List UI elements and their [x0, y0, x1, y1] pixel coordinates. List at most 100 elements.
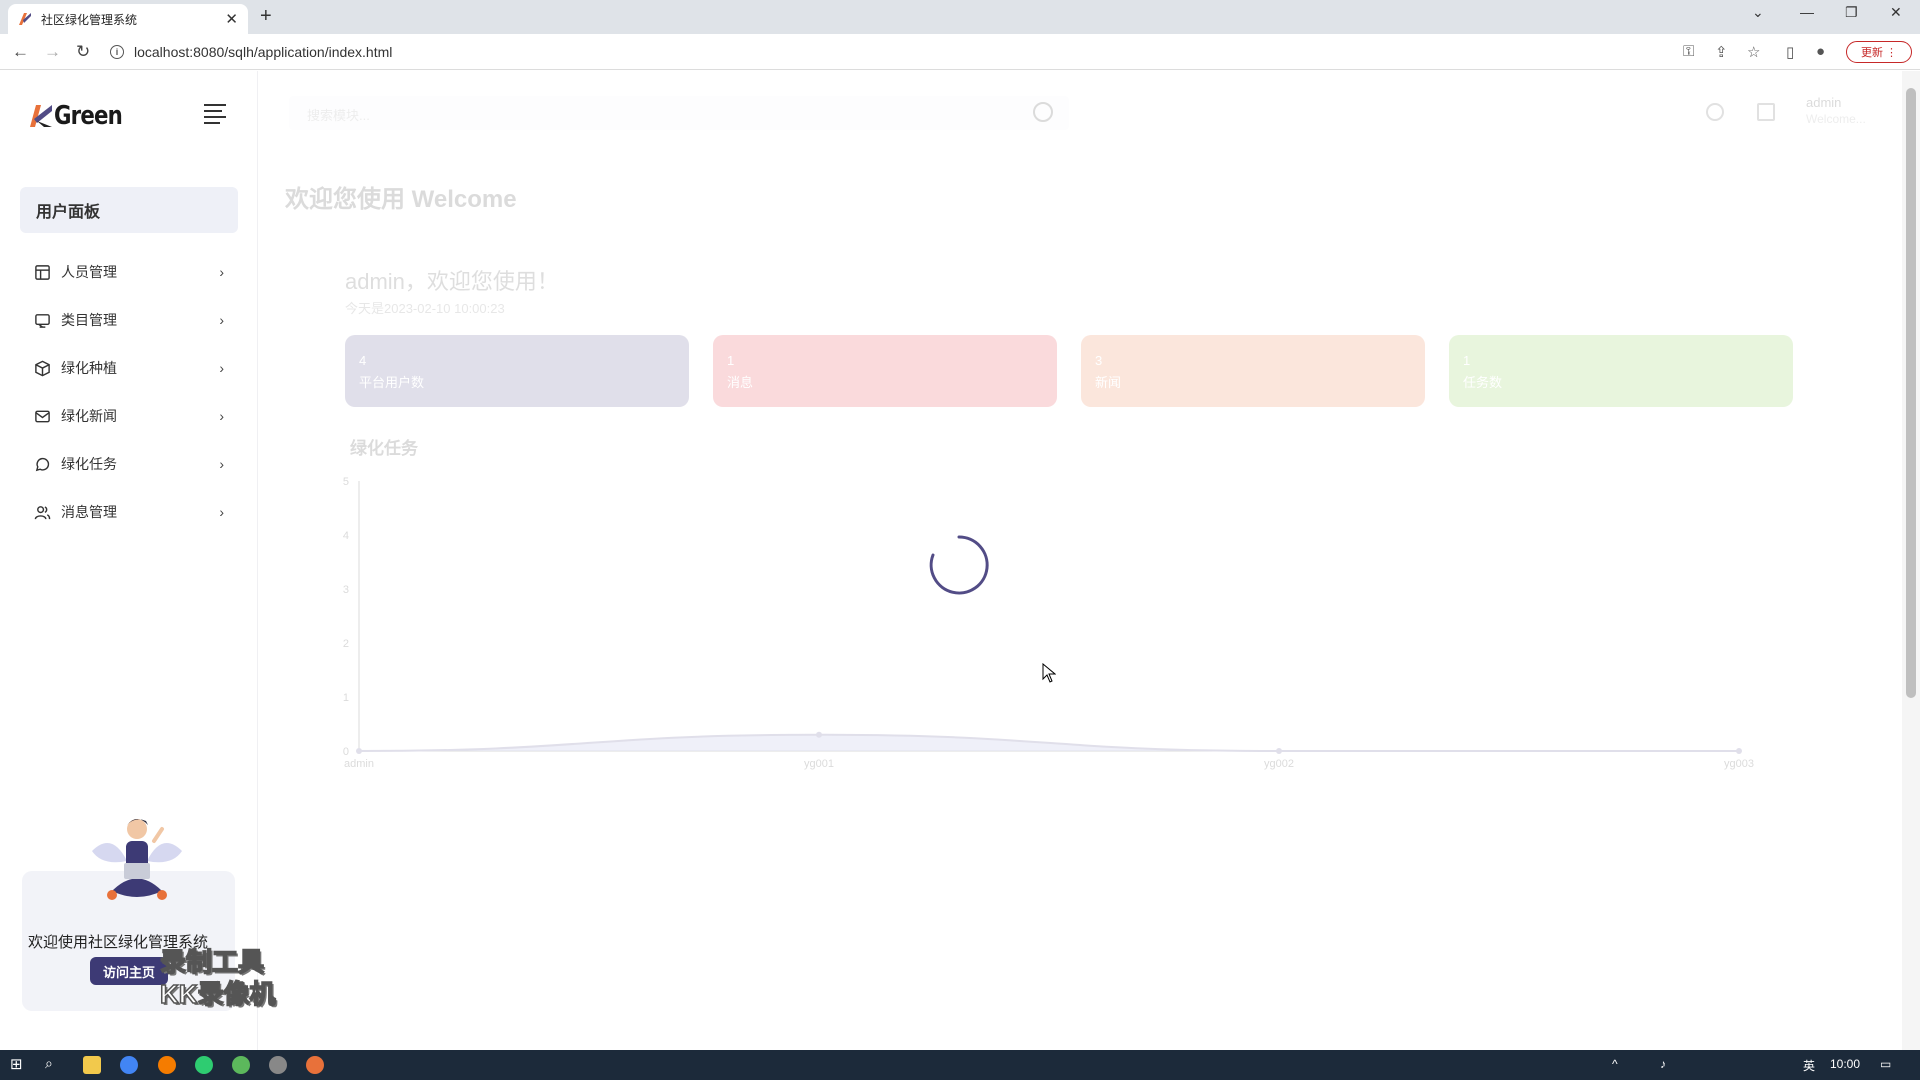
sidebar-item-user-panel[interactable]: 用户面板: [20, 187, 238, 233]
url-field[interactable]: i localhost:8080/sqlh/application/index.…: [110, 39, 1680, 65]
side-panel-icon[interactable]: ▯: [1786, 43, 1794, 61]
close-tab-icon[interactable]: ✕: [225, 10, 238, 28]
main-content: 搜索模块... admin Welcome... 欢迎您使用 Welcome a…: [259, 71, 1900, 1051]
logo-text: Green: [54, 101, 123, 131]
user-welcome: Welcome...: [1806, 112, 1866, 126]
person-laptop-illustration: [92, 819, 182, 900]
reload-icon[interactable]: ↻: [76, 42, 90, 62]
page-title: 欢迎您使用 Welcome: [285, 186, 517, 213]
volume-icon[interactable]: ♪: [1660, 1057, 1666, 1071]
sidebar-item-messages[interactable]: 消息管理 ›: [20, 488, 238, 536]
stat-card-users[interactable]: 4 平台用户数: [345, 335, 689, 407]
chevron-right-icon: ›: [219, 312, 224, 328]
stat-value: 1: [1463, 353, 1471, 368]
chevron-right-icon: ›: [219, 264, 224, 280]
search-icon[interactable]: ⌕: [45, 1055, 53, 1072]
sidebar-item-label: 用户面板: [36, 204, 101, 221]
window-close-icon[interactable]: ✕: [1890, 4, 1902, 21]
key-icon[interactable]: ⚿: [1683, 43, 1694, 60]
sidebar-item-category[interactable]: 类目管理 ›: [20, 296, 238, 344]
table-icon: [35, 264, 50, 280]
y-tick-label: 4: [343, 530, 349, 542]
today-date: 今天是2023-02-10 10:00:23: [345, 301, 505, 316]
loading-spinner-icon: [929, 535, 989, 595]
chevron-right-icon: ›: [219, 408, 224, 424]
stat-label: 任务数: [1463, 375, 1503, 390]
app-icon[interactable]: [232, 1056, 250, 1074]
data-point: [356, 748, 362, 754]
clock-time[interactable]: 10:00: [1830, 1057, 1860, 1071]
profile-icon[interactable]: ●: [1816, 43, 1825, 60]
windows-start-icon[interactable]: ⊞: [10, 1055, 23, 1073]
fullscreen-icon[interactable]: [1757, 103, 1775, 121]
bookmark-star-icon[interactable]: ☆: [1747, 43, 1760, 61]
url-text: localhost:8080/sqlh/application/index.ht…: [134, 44, 393, 60]
stat-value: 3: [1095, 353, 1103, 368]
logo[interactable]: Green: [28, 101, 137, 131]
data-point: [1736, 748, 1742, 754]
input-language[interactable]: 英: [1803, 1057, 1815, 1074]
y-tick-label: 0: [343, 746, 349, 758]
y-tick-label: 1: [343, 692, 349, 704]
box-icon: [35, 360, 50, 376]
chevron-right-icon: ›: [219, 504, 224, 520]
sidebar-item-personnel[interactable]: 人员管理 ›: [20, 248, 238, 296]
stat-card-messages[interactable]: 1 消息: [713, 335, 1057, 407]
chrome-icon[interactable]: [120, 1056, 138, 1074]
search-app-icon[interactable]: [158, 1056, 176, 1074]
stat-value: 1: [727, 353, 735, 368]
scrollbar-thumb[interactable]: [1906, 88, 1916, 698]
search-placeholder: 搜索模块...: [307, 108, 370, 123]
sidebar-item-label: 消息管理: [61, 504, 117, 520]
back-icon[interactable]: ←: [12, 42, 29, 62]
stat-label: 平台用户数: [359, 375, 425, 390]
x-tick-label: yg003: [1724, 758, 1754, 770]
y-tick-label: 3: [343, 584, 349, 596]
tab-title: 社区绿化管理系统: [41, 12, 138, 27]
minimize-icon[interactable]: —: [1800, 4, 1814, 20]
update-button[interactable]: 更新 ⋮: [1846, 41, 1912, 63]
logo-mark-icon: [30, 105, 52, 127]
restore-icon[interactable]: ❐: [1845, 4, 1858, 21]
sidebar-item-label: 类目管理: [61, 312, 117, 328]
green-logo-icon: [19, 13, 31, 25]
chat-icon: [35, 457, 50, 471]
new-tab-icon[interactable]: +: [260, 5, 272, 28]
search-icon[interactable]: [1033, 102, 1053, 122]
file-explorer-icon[interactable]: [83, 1056, 101, 1074]
dark-mode-icon[interactable]: [1706, 103, 1724, 121]
x-tick-label: admin: [344, 758, 374, 770]
forward-icon[interactable]: →: [44, 42, 61, 62]
y-tick-label: 2: [343, 638, 349, 650]
tray-chevron-icon[interactable]: ^: [1612, 1057, 1618, 1071]
mail-icon: [35, 410, 50, 422]
search-input[interactable]: 搜索模块...: [289, 96, 1069, 130]
wechat-icon[interactable]: [195, 1056, 213, 1074]
share-icon[interactable]: ⇪: [1715, 43, 1728, 61]
stat-card-tasks[interactable]: 1 任务数: [1449, 335, 1793, 407]
sidebar-item-news[interactable]: 绿化新闻 ›: [20, 392, 238, 440]
user-name[interactable]: admin: [1806, 95, 1841, 110]
browser-tab-bar: 社区绿化管理系统 ✕ + ⌄ — ❐ ✕: [0, 0, 1920, 34]
settings-gear-icon[interactable]: [269, 1056, 287, 1074]
site-info-icon[interactable]: i: [110, 45, 124, 59]
sidebar-item-label: 绿化种植: [61, 360, 117, 376]
mouse-cursor-icon: [1042, 663, 1056, 683]
task-chart: 0 1 2 3 4 5 admin yg001 yg002 yg003: [343, 476, 1754, 770]
notification-icon[interactable]: ▭: [1880, 1057, 1891, 1071]
recorder-app-icon[interactable]: [306, 1056, 324, 1074]
sidebar-item-label: 绿化任务: [61, 456, 117, 472]
menu-toggle-icon[interactable]: [204, 104, 226, 128]
tab-search-icon[interactable]: ⌄: [1752, 4, 1764, 21]
chevron-right-icon: ›: [219, 360, 224, 376]
data-point: [816, 731, 822, 738]
stat-card-news[interactable]: 3 新闻: [1081, 335, 1425, 407]
sidebar-item-tasks[interactable]: 绿化任务 ›: [20, 440, 238, 488]
update-label: 更新: [1860, 47, 1883, 59]
stat-label: 消息: [727, 375, 754, 390]
stat-label: 新闻: [1095, 375, 1122, 390]
sidebar-item-planting[interactable]: 绿化种植 ›: [20, 344, 238, 392]
visit-home-button[interactable]: 访问主页: [90, 957, 168, 985]
address-bar: ← → ↻ i localhost:8080/sqlh/application/…: [0, 34, 1920, 70]
browser-tab[interactable]: 社区绿化管理系统 ✕: [8, 4, 248, 34]
